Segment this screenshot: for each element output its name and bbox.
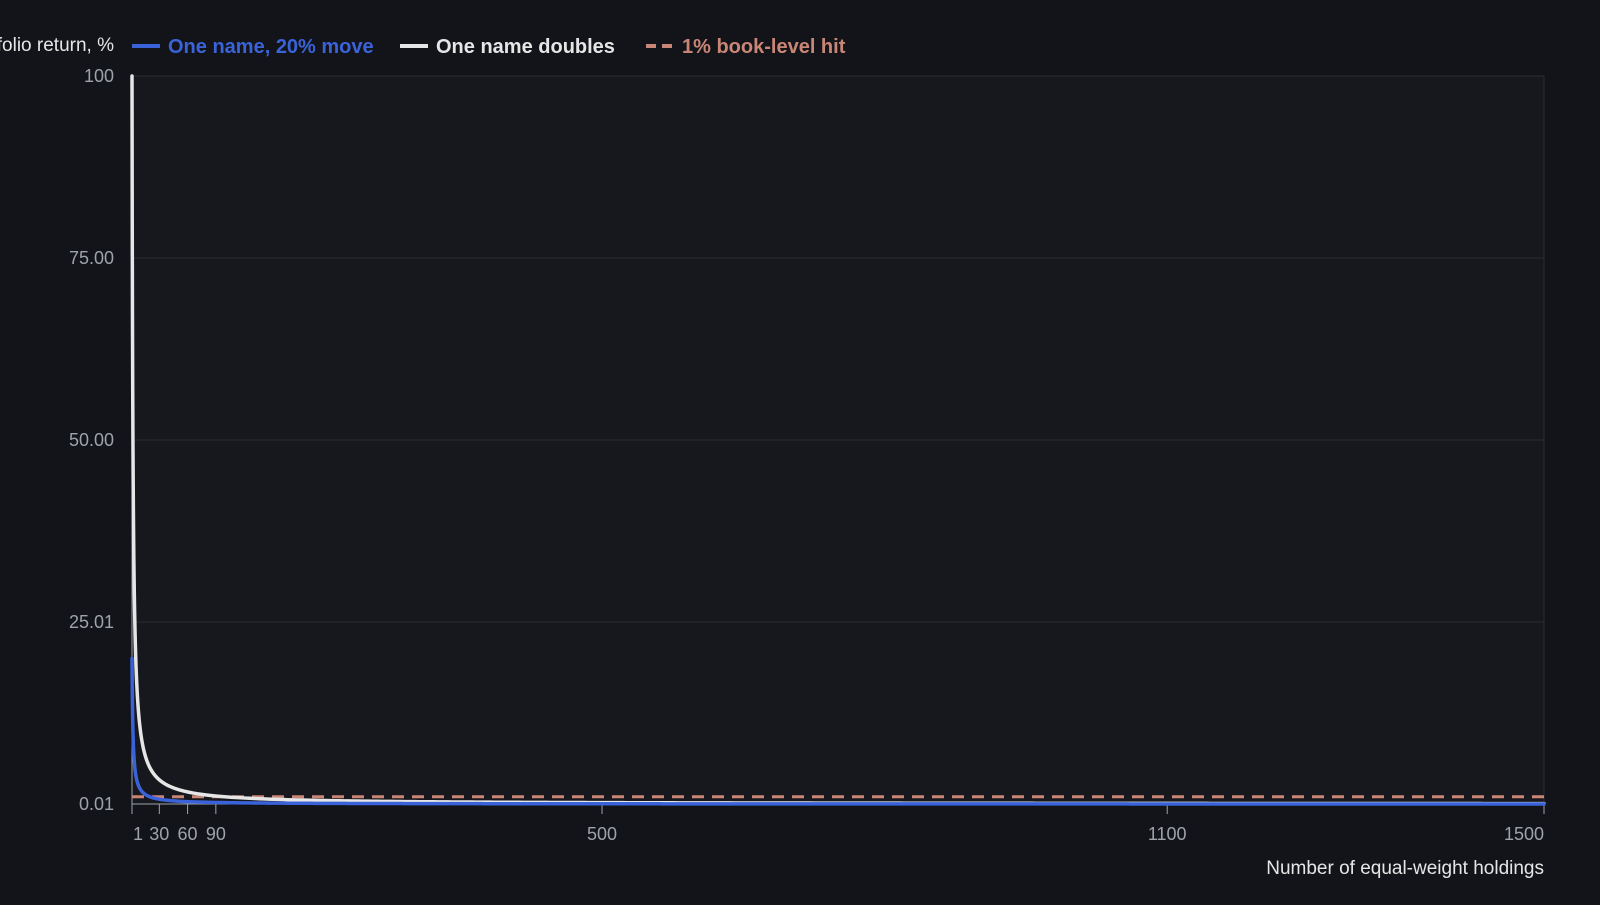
y-tick-label: 0.01 [79, 794, 114, 814]
x-tick-label: 1 [133, 824, 143, 844]
x-axis-label: Number of equal-weight holdings [1266, 858, 1544, 879]
x-tick-label: 500 [587, 824, 617, 844]
x-tick-label: 1500 [1504, 824, 1544, 844]
x-tick-label: 60 [178, 824, 198, 844]
x-tick-label: 1100 [1148, 824, 1187, 844]
y-tick-label: 100 [84, 66, 114, 86]
y-axis-label: Portfolio return, % [0, 35, 114, 56]
y-tick-label: 75.00 [69, 248, 114, 268]
legend-label-1: One name doubles [436, 36, 615, 58]
y-tick-label: 25.01 [69, 612, 114, 632]
legend-label-0: One name, 20% move [168, 36, 374, 58]
chart: 0.01 25.01 50.00 75.00 100 1 30 60 90 500 1100 1500… [0, 0, 1600, 900]
legend-label-2: 1% book-level hit [682, 36, 846, 58]
y-tick-label: 50.00 [69, 430, 114, 450]
x-tick-label: 90 [206, 824, 226, 844]
chart-svg: 0.01 25.01 50.00 75.00 100 1 30 60 90 500 1100 1500… [0, 35, 1546, 879]
x-tick-label: 30 [149, 824, 169, 844]
legend: One name, 20% move One name doubles 1% boo… [132, 36, 846, 58]
